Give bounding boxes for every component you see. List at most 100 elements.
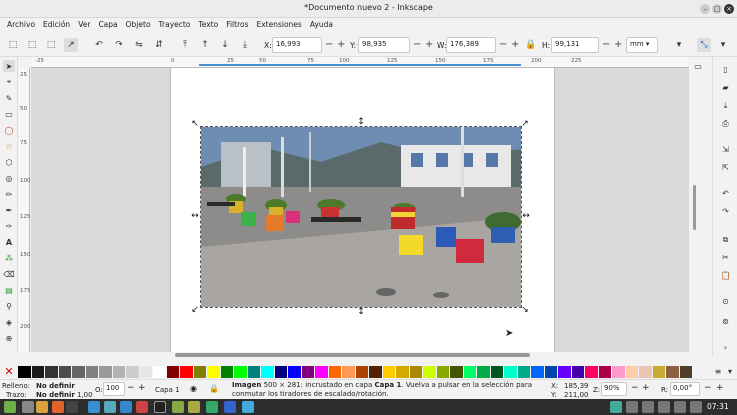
rectangle-tool-icon[interactable]: ▭	[3, 108, 15, 120]
opacity-field[interactable]: 100	[103, 382, 125, 396]
color-swatch[interactable]	[639, 366, 653, 378]
scale-handle-sw[interactable]: ↙	[190, 305, 200, 315]
tray-icon[interactable]	[642, 401, 654, 413]
color-swatch[interactable]	[85, 366, 99, 378]
deselect-icon[interactable]: ⬚	[44, 38, 58, 52]
text-tool-icon[interactable]: A	[3, 236, 15, 248]
opacity-decrement-button[interactable]: −	[127, 383, 135, 393]
color-swatch[interactable]	[382, 366, 396, 378]
circle-tool-icon[interactable]: ◯	[3, 124, 15, 136]
h-increment-button[interactable]: +	[614, 39, 622, 50]
color-swatch[interactable]	[369, 366, 383, 378]
color-swatch[interactable]	[153, 366, 167, 378]
scale-handle-se[interactable]: ↘	[520, 305, 530, 315]
print-icon[interactable]: ⎙	[719, 117, 732, 130]
color-swatch[interactable]	[301, 366, 315, 378]
menu-objeto[interactable]: Objeto	[122, 20, 155, 29]
volume-icon[interactable]	[690, 401, 702, 413]
color-swatch[interactable]	[450, 366, 464, 378]
color-swatch[interactable]	[45, 366, 59, 378]
scale-handle-e[interactable]: ↔	[521, 211, 531, 221]
layer-selector[interactable]: Capa 1	[155, 386, 180, 394]
menu-trayecto[interactable]: Trayecto	[155, 20, 195, 29]
color-swatch[interactable]	[328, 366, 342, 378]
color-swatch[interactable]	[166, 366, 180, 378]
zoom-decrement-button[interactable]: −	[631, 383, 639, 393]
horizontal-scrollbar[interactable]	[175, 353, 530, 357]
color-swatch[interactable]	[490, 366, 504, 378]
menu-texto[interactable]: Texto	[194, 20, 222, 29]
minimize-button[interactable]: –	[700, 4, 710, 14]
stroke-width[interactable]: 1,00	[77, 391, 93, 399]
pencil-tool-icon[interactable]: ✏	[3, 188, 15, 200]
color-swatch[interactable]	[355, 366, 369, 378]
flip-horizontal-icon[interactable]: ⇋	[132, 38, 146, 52]
scale-handle-w[interactable]: ↔	[190, 211, 200, 221]
lock-icon[interactable]: 🔒	[524, 38, 538, 52]
color-swatch[interactable]	[261, 366, 275, 378]
3d-box-tool-icon[interactable]: ⬡	[3, 156, 15, 168]
color-swatch[interactable]	[463, 366, 477, 378]
scale-handle-s[interactable]: ↕	[356, 307, 366, 317]
color-swatch[interactable]	[72, 366, 86, 378]
menu-capa[interactable]: Capa	[94, 20, 121, 29]
zoom-field[interactable]: 90%	[601, 382, 627, 396]
selector-tool-icon[interactable]: ➤	[3, 60, 15, 72]
w-field[interactable]: 176,389	[446, 37, 496, 53]
color-swatch[interactable]	[247, 366, 261, 378]
start-menu-icon[interactable]	[4, 401, 16, 413]
gradient-tool-icon[interactable]: ▤	[3, 284, 15, 296]
select-all-icon[interactable]: ⬚	[6, 38, 20, 52]
export-icon[interactable]: ⇱	[719, 161, 732, 174]
paste-icon[interactable]: 📋	[719, 269, 732, 282]
lower-to-bottom-icon[interactable]: ⤓	[238, 38, 252, 52]
telegram-icon[interactable]	[88, 401, 100, 413]
maximize-button[interactable]: □	[712, 4, 722, 14]
rotation-field[interactable]: 0,00°	[670, 382, 700, 396]
color-swatch[interactable]	[180, 366, 194, 378]
rotation-decrement-button[interactable]: −	[704, 383, 712, 393]
pen-tool-icon[interactable]: ✒	[3, 204, 15, 216]
no-paint-swatch-icon[interactable]: ✕	[2, 366, 16, 378]
redo-icon[interactable]: ↷	[719, 205, 732, 218]
calligraphy-tool-icon[interactable]: ✑	[3, 220, 15, 232]
import-icon[interactable]: ⇲	[719, 143, 732, 156]
close-button[interactable]: ×	[724, 4, 734, 14]
fill-value[interactable]: No definir	[36, 382, 75, 390]
color-swatch[interactable]	[679, 366, 693, 378]
w-decrement-button[interactable]: −	[499, 39, 507, 50]
app-icon[interactable]	[206, 401, 218, 413]
h-decrement-button[interactable]: −	[602, 39, 610, 50]
color-swatch[interactable]	[99, 366, 113, 378]
app-icon[interactable]	[120, 401, 132, 413]
paint-bucket-tool-icon[interactable]: ◈	[3, 316, 15, 328]
tray-icon[interactable]	[610, 401, 622, 413]
y-field[interactable]: 98,935	[358, 37, 410, 53]
opacity-increment-button[interactable]: +	[138, 383, 146, 393]
color-swatch[interactable]	[612, 366, 626, 378]
color-swatch[interactable]	[126, 366, 140, 378]
y-decrement-button[interactable]: −	[413, 39, 421, 50]
color-swatch[interactable]	[31, 366, 45, 378]
wifi-icon[interactable]	[674, 401, 686, 413]
app-icon[interactable]	[136, 401, 148, 413]
dropper-tool-icon[interactable]: ⚲	[3, 300, 15, 312]
new-document-icon[interactable]: ▯	[719, 63, 732, 76]
snap-toggle-icon[interactable]: ⤡	[697, 38, 711, 52]
tweak-tool-icon[interactable]: ✎	[3, 92, 15, 104]
color-swatch[interactable]	[112, 366, 126, 378]
stroke-value[interactable]: No definir	[36, 391, 75, 399]
app-icon[interactable]	[172, 401, 184, 413]
firefox-icon[interactable]	[52, 401, 64, 413]
x-decrement-button[interactable]: −	[325, 39, 333, 50]
color-swatch[interactable]	[18, 366, 32, 378]
expand-arrow-icon[interactable]: ›	[719, 341, 732, 354]
color-swatch[interactable]	[315, 366, 329, 378]
color-swatch[interactable]	[436, 366, 450, 378]
menu-archivo[interactable]: Archivo	[3, 20, 39, 29]
palette-scroll-icon[interactable]: ▾	[724, 365, 736, 377]
color-swatch[interactable]	[544, 366, 558, 378]
touch-select-icon[interactable]: ↗	[64, 38, 78, 52]
zoom-increment-button[interactable]: +	[642, 383, 650, 393]
app-icon[interactable]	[242, 401, 254, 413]
